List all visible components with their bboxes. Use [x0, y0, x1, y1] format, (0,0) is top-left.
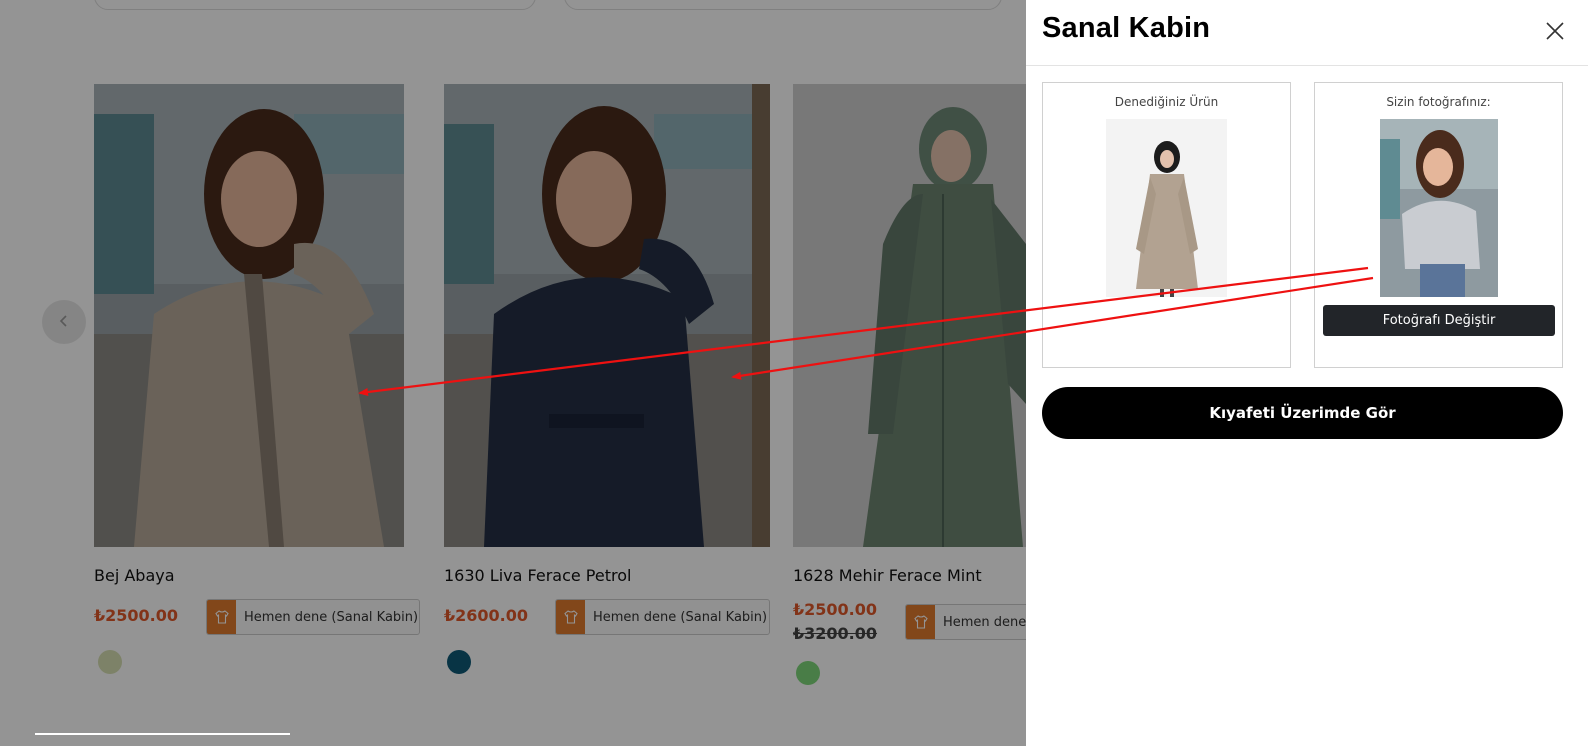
- change-photo-button[interactable]: Fotoğrafı Değiştir: [1323, 305, 1555, 336]
- close-button[interactable]: [1542, 18, 1568, 44]
- bottom-indicator: [35, 733, 290, 735]
- drawer-title: Sanal Kabin: [1042, 12, 1211, 44]
- close-icon: [1542, 22, 1568, 48]
- drawer-divider: [1026, 65, 1588, 66]
- virtual-fitting-drawer: Sanal Kabin Denediğiniz Ürün Sizin fotoğ…: [1026, 0, 1588, 746]
- user-photo-image: [1380, 119, 1498, 297]
- user-photo-title: Sizin fotoğrafınız:: [1386, 95, 1491, 109]
- tried-product-title: Denediğiniz Ürün: [1114, 95, 1219, 109]
- see-outfit-on-me-button[interactable]: Kıyafeti Üzerimde Gör: [1042, 387, 1563, 439]
- tried-product-image: [1106, 119, 1227, 297]
- modal-backdrop[interactable]: [0, 0, 1026, 746]
- tried-product-panel: Denediğiniz Ürün: [1042, 82, 1291, 368]
- user-photo-panel: Sizin fotoğrafınız: Fotoğrafı Değiştir: [1314, 82, 1563, 368]
